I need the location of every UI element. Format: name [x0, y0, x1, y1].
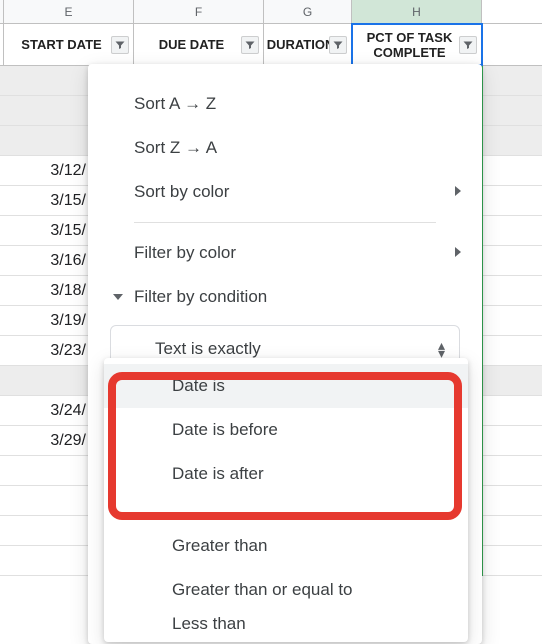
header-label: DUE DATE — [159, 37, 224, 52]
condition-dropdown: Date is Date is before Date is after Gre… — [104, 358, 468, 642]
header-start-date[interactable]: START DATE — [4, 24, 134, 65]
option-gte[interactable]: Greater than or equal to — [104, 568, 468, 612]
option-less-than[interactable]: Less than — [104, 612, 468, 636]
menu-label: Sort Z → A — [134, 138, 217, 158]
header-label: DURATION — [267, 37, 335, 52]
chevron-right-icon — [454, 243, 464, 263]
header-duration[interactable]: DURATION — [264, 24, 352, 65]
option-label: Date is — [172, 376, 225, 396]
option-greater-than[interactable]: Greater than — [104, 524, 468, 568]
stepper-icon[interactable]: ▴▾ — [438, 341, 445, 357]
option-gap — [104, 496, 468, 524]
filter-menu: Sort A → Z Sort Z → A Sort by color Filt… — [88, 64, 482, 644]
menu-filter-by-color[interactable]: Filter by color — [88, 231, 482, 275]
header-label: PCT OF TASK COMPLETE — [358, 30, 461, 60]
option-label: Greater than — [172, 536, 267, 556]
filter-icon[interactable] — [459, 36, 477, 54]
menu-sort-az[interactable]: Sort A → Z — [88, 82, 482, 126]
header-pct-complete[interactable]: PCT OF TASK COMPLETE — [352, 24, 482, 65]
menu-label: Filter by color — [134, 243, 236, 263]
filter-icon[interactable] — [111, 36, 129, 54]
menu-label: Filter by condition — [134, 287, 267, 307]
option-date-is[interactable]: Date is — [104, 364, 468, 408]
option-date-is-before[interactable]: Date is before — [104, 408, 468, 452]
menu-filter-by-condition[interactable]: Filter by condition — [88, 275, 482, 319]
condition-selected-value: Text is exactly — [155, 339, 261, 359]
header-row: START DATE DUE DATE DURATION PCT OF TASK… — [0, 24, 542, 66]
col-letter-h[interactable]: H — [352, 0, 482, 23]
chevron-right-icon — [454, 182, 464, 202]
option-label: Date is before — [172, 420, 278, 440]
col-letter-e[interactable]: E — [4, 0, 134, 23]
header-label: START DATE — [21, 37, 101, 52]
menu-sort-za[interactable]: Sort Z → A — [88, 126, 482, 170]
menu-separator — [134, 222, 436, 223]
option-date-is-after[interactable]: Date is after — [104, 452, 468, 496]
col-letter-g[interactable]: G — [264, 0, 352, 23]
option-label: Date is after — [172, 464, 264, 484]
menu-sort-by-color[interactable]: Sort by color — [88, 170, 482, 214]
menu-label: Sort A → Z — [134, 94, 216, 114]
filter-icon[interactable] — [329, 36, 347, 54]
col-letter-f[interactable]: F — [134, 0, 264, 23]
filter-icon[interactable] — [241, 36, 259, 54]
column-letter-row: E F G H — [0, 0, 542, 24]
option-label: Less than — [172, 614, 246, 634]
menu-label: Sort by color — [134, 182, 229, 202]
option-label: Greater than or equal to — [172, 580, 353, 600]
header-due-date[interactable]: DUE DATE — [134, 24, 264, 65]
triangle-down-icon — [113, 294, 123, 300]
